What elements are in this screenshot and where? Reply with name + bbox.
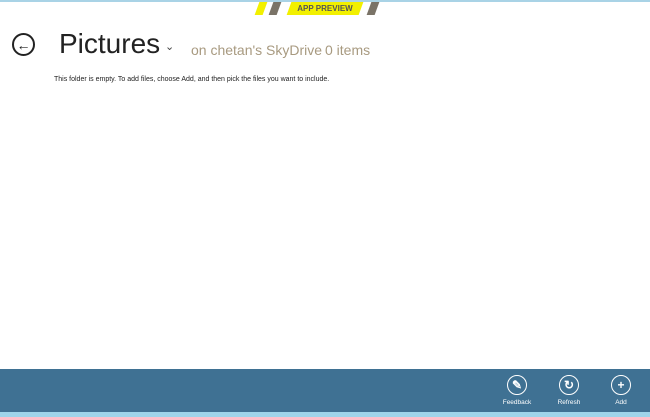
refresh-label: Refresh <box>557 399 581 406</box>
stripe <box>254 2 268 15</box>
item-count: 0 items <box>325 42 371 58</box>
app-preview-badge: APP PREVIEW <box>286 2 364 15</box>
feedback-button[interactable]: ✎ Feedback <box>497 375 537 406</box>
add-label: Add <box>615 399 627 406</box>
back-button[interactable]: ← <box>12 33 35 56</box>
add-button[interactable]: + Add <box>601 375 641 406</box>
app-preview-banner: APP PREVIEW <box>253 2 381 15</box>
back-arrow-icon: ← <box>16 36 31 53</box>
stripe <box>268 2 282 15</box>
feedback-icon: ✎ <box>507 375 527 395</box>
feedback-label: Feedback <box>502 399 532 406</box>
stripe <box>366 2 380 15</box>
refresh-icon: ↻ <box>559 375 579 395</box>
bottom-border <box>0 412 650 417</box>
refresh-button[interactable]: ↻ Refresh <box>549 375 589 406</box>
plus-icon: + <box>611 375 631 395</box>
chevron-down-icon[interactable]: ⌄ <box>165 40 174 53</box>
page-title[interactable]: Pictures <box>59 28 160 60</box>
app-preview-label: APP PREVIEW <box>297 4 353 13</box>
location-label: on chetan's SkyDrive <box>191 42 323 58</box>
empty-folder-message: This folder is empty. To add files, choo… <box>54 76 330 83</box>
